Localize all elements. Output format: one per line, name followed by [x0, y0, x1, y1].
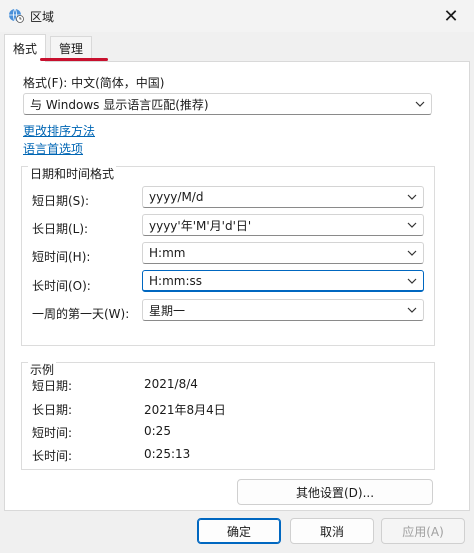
examples-group: 示例 短日期: 2021/8/4 长日期: 2021年8月4日 短时间: 0:2… — [21, 361, 435, 470]
first-day-of-week-label: 一周的第一天(W): — [32, 307, 130, 321]
close-button[interactable]: ✕ — [428, 0, 474, 32]
close-icon: ✕ — [443, 5, 459, 27]
chevron-down-icon — [407, 278, 417, 284]
example-short-date-value: 2021/8/4 — [144, 377, 198, 391]
short-time-select[interactable]: H:mm — [142, 242, 424, 264]
globe-clock-icon — [8, 7, 24, 23]
region-dialog: 区域 ✕ 格式 管理 格式(F): 中文(简体，中国) 与 Windows 显示… — [0, 0, 474, 553]
format-select-value: 与 Windows 显示语言匹配(推荐) — [30, 97, 209, 112]
example-long-date-value: 2021年8月4日 — [144, 403, 226, 417]
tab-highlight-underline — [40, 58, 108, 61]
other-settings-button[interactable]: 其他设置(D)... — [237, 479, 433, 505]
short-date-select[interactable]: yyyy/M/d — [142, 186, 424, 208]
long-date-value: yyyy'年'M'月'd'日' — [149, 218, 252, 233]
example-long-date-label: 长日期: — [32, 403, 73, 417]
cancel-button[interactable]: 取消 — [290, 518, 374, 544]
chevron-down-icon — [407, 222, 417, 228]
change-sort-link[interactable]: 更改排序方法 — [23, 122, 95, 139]
other-settings-label: 其他设置(D)... — [295, 485, 375, 500]
tab-administrative-label: 管理 — [59, 42, 84, 56]
datetime-formats-group: 日期和时间格式 短日期(S): yyyy/M/d 长日期(L): yyyy'年'… — [21, 165, 435, 346]
format-panel: 格式(F): 中文(简体，中国) 与 Windows 显示语言匹配(推荐) 更改… — [4, 61, 470, 511]
first-day-of-week-value: 星期一 — [149, 303, 186, 318]
chevron-down-icon — [415, 101, 425, 107]
format-select[interactable]: 与 Windows 显示语言匹配(推荐) — [23, 93, 432, 115]
chevron-down-icon — [407, 250, 417, 256]
chevron-down-icon — [407, 194, 417, 200]
ok-button[interactable]: 确定 — [197, 518, 281, 544]
example-short-time-value: 0:25 — [144, 424, 171, 438]
examples-group-title: 示例 — [28, 361, 57, 378]
long-date-select[interactable]: yyyy'年'M'月'd'日' — [142, 214, 424, 236]
example-short-time-label: 短时间: — [32, 426, 73, 440]
window-title: 区域 — [30, 10, 55, 24]
language-preferences-link[interactable]: 语言首选项 — [23, 140, 83, 157]
first-day-of-week-select[interactable]: 星期一 — [142, 299, 424, 321]
short-time-label: 短时间(H): — [32, 250, 91, 264]
cancel-label: 取消 — [319, 524, 344, 539]
title-bar[interactable]: 区域 ✕ — [0, 0, 474, 32]
short-date-value: yyyy/M/d — [149, 190, 204, 204]
short-date-label: 短日期(S): — [32, 194, 90, 208]
apply-button[interactable]: 应用(A) — [381, 518, 465, 544]
dialog-footer: 确定 取消 应用(A) — [0, 511, 474, 553]
ok-label: 确定 — [226, 524, 251, 539]
example-long-time-value: 0:25:13 — [144, 447, 191, 461]
chevron-down-icon — [407, 307, 417, 313]
format-label: 格式(F): 中文(简体，中国) — [23, 76, 165, 90]
long-time-label: 长时间(O): — [32, 279, 91, 293]
short-time-value: H:mm — [149, 246, 186, 260]
long-time-select[interactable]: H:mm:ss — [142, 270, 424, 292]
long-date-label: 长日期(L): — [32, 222, 89, 236]
example-long-time-label: 长时间: — [32, 449, 73, 463]
example-short-date-label: 短日期: — [32, 379, 73, 393]
tab-format-label: 格式 — [13, 42, 38, 56]
apply-label: 应用(A) — [402, 524, 444, 539]
long-time-value: H:mm:ss — [149, 273, 202, 288]
tab-administrative[interactable]: 管理 — [50, 36, 93, 60]
datetime-group-title: 日期和时间格式 — [28, 165, 117, 182]
